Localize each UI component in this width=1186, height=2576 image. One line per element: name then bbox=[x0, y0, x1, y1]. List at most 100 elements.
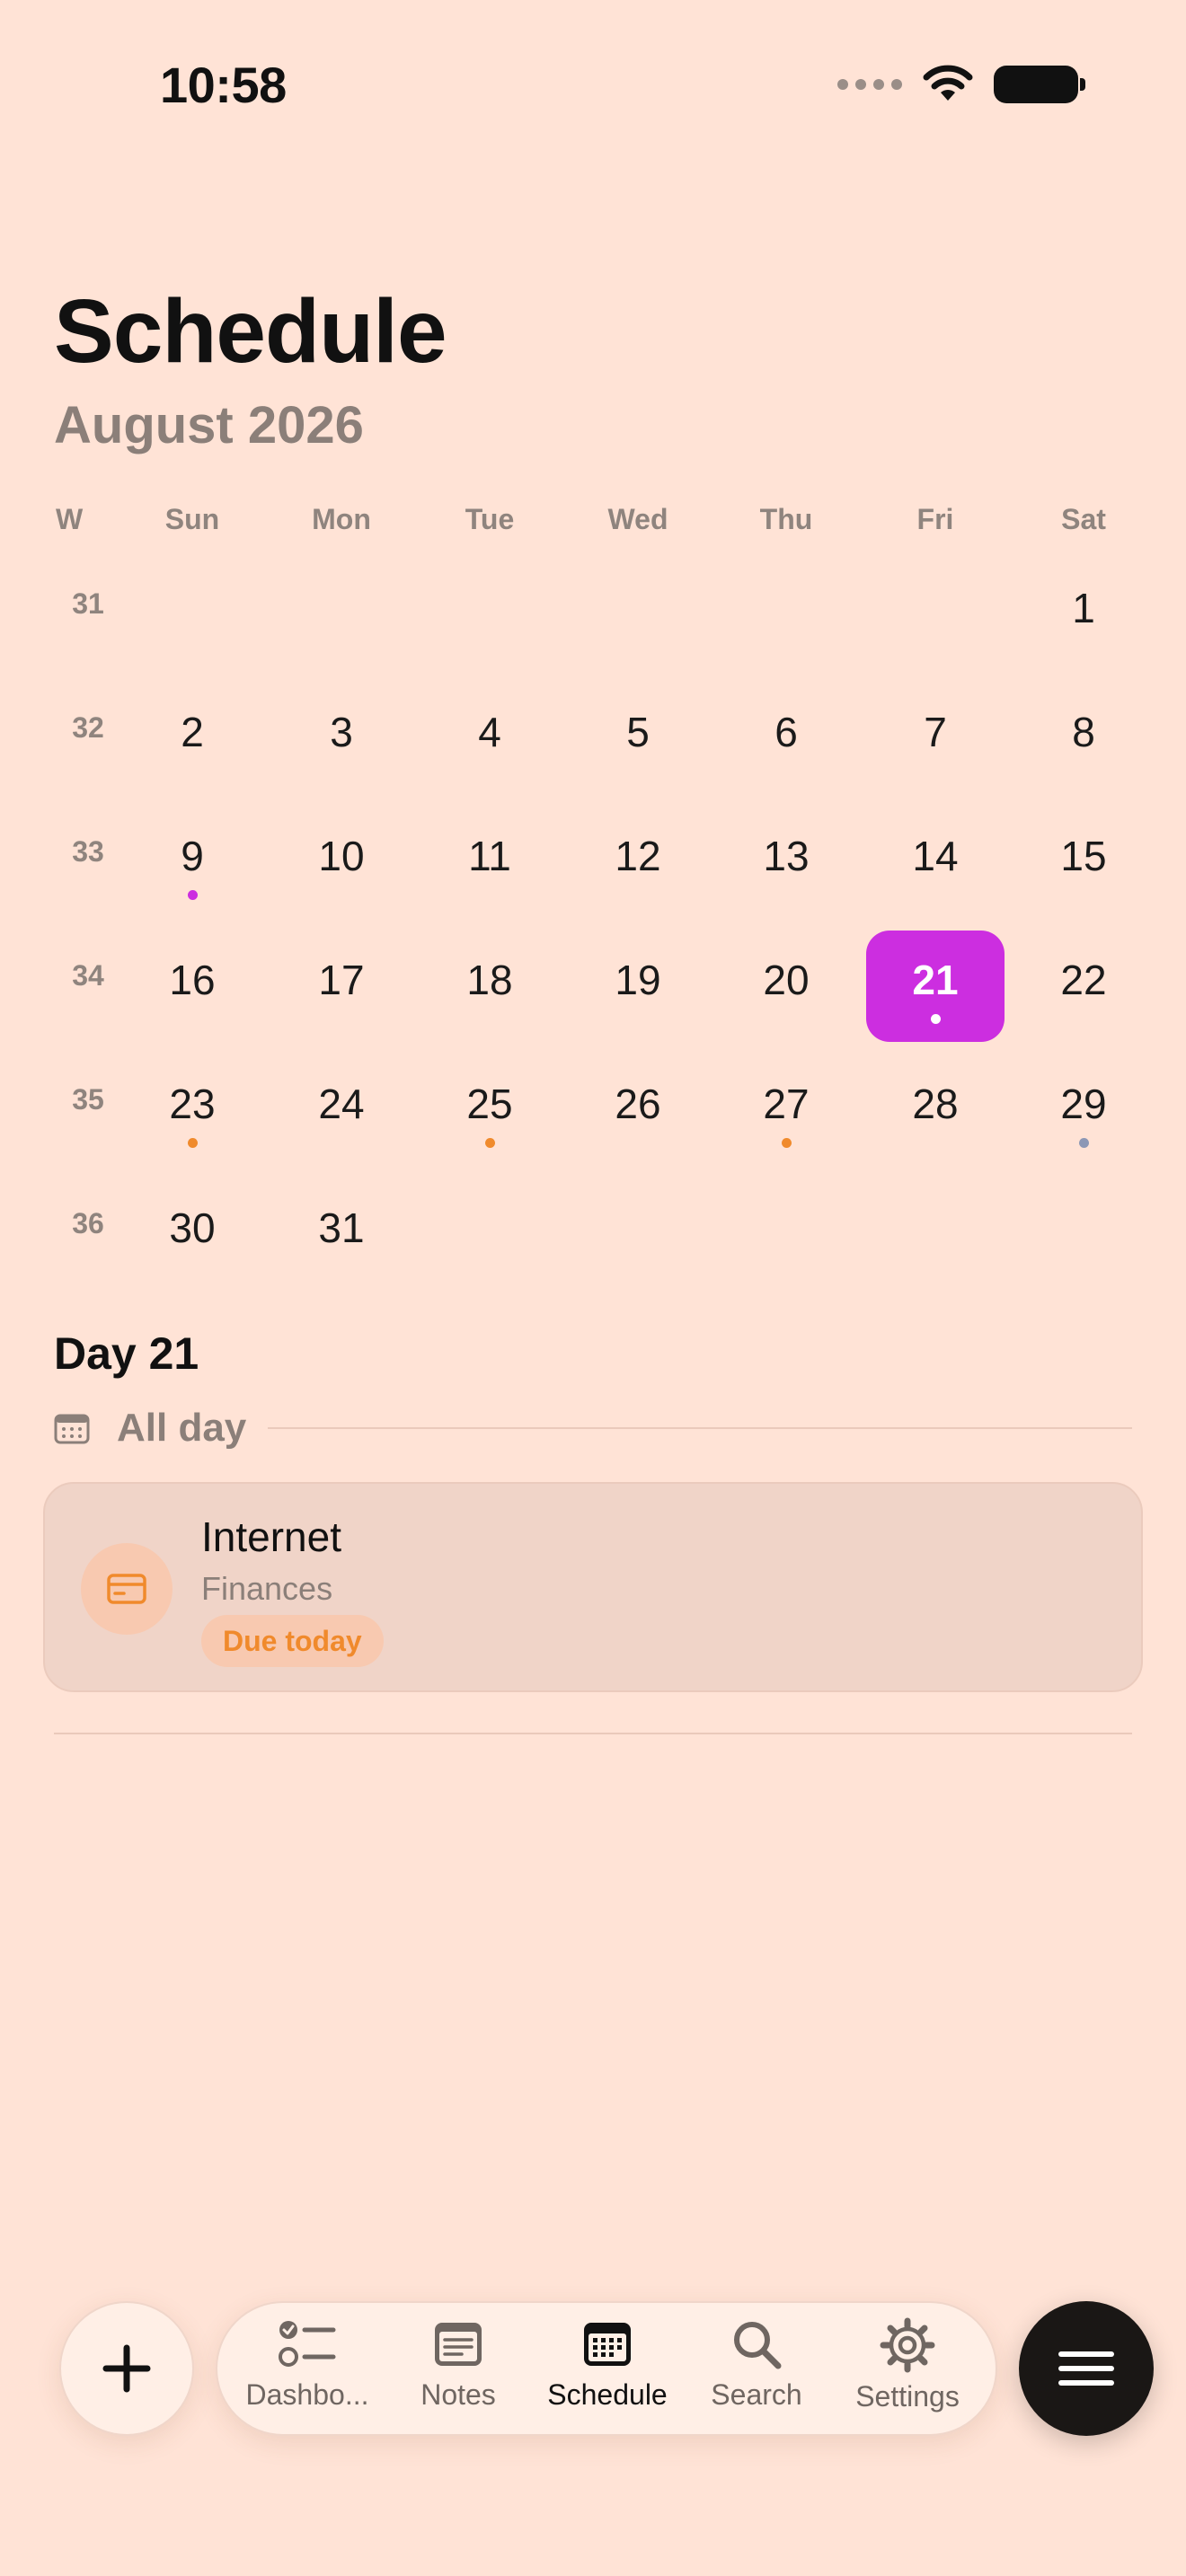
all-day-label: All day bbox=[117, 1406, 247, 1450]
calendar-day[interactable]: 17 bbox=[272, 931, 411, 1042]
day-number: 4 bbox=[478, 709, 501, 755]
event-dot bbox=[187, 1138, 198, 1148]
calendar-small-icon bbox=[54, 1414, 90, 1444]
tab-dashboard[interactable]: Dashbo... bbox=[232, 2317, 383, 2425]
day-number: 30 bbox=[169, 1204, 216, 1251]
calendar-day[interactable]: 9 bbox=[123, 807, 261, 918]
tab-settings[interactable]: Settings bbox=[832, 2317, 983, 2425]
event-dot bbox=[781, 1138, 792, 1148]
week-number: 32 bbox=[72, 711, 104, 744]
tab-schedule[interactable]: Schedule bbox=[532, 2317, 683, 2425]
tab-label: Notes bbox=[420, 2378, 496, 2411]
day-number: 28 bbox=[912, 1081, 959, 1127]
calendar-day[interactable]: 20 bbox=[717, 931, 855, 1042]
tab-search[interactable]: Search bbox=[681, 2317, 832, 2425]
section-divider bbox=[54, 1733, 1132, 1734]
day-number: 6 bbox=[774, 709, 798, 755]
day-number: 9 bbox=[181, 833, 204, 879]
plus-icon bbox=[102, 2344, 151, 2393]
day-number: 26 bbox=[615, 1081, 661, 1127]
day-number: 18 bbox=[466, 957, 513, 1003]
calendar-day[interactable]: 29 bbox=[1014, 1054, 1153, 1166]
tab-label: Search bbox=[711, 2378, 802, 2411]
week-number: 35 bbox=[72, 1083, 104, 1116]
day-number: 12 bbox=[615, 833, 661, 879]
calendar-day[interactable]: 11 bbox=[420, 807, 559, 918]
calendar-day[interactable]: 10 bbox=[272, 807, 411, 918]
tab-bar: Dashbo... Notes Schedule Search Settings bbox=[216, 2301, 997, 2436]
calendar-day[interactable]: 8 bbox=[1014, 683, 1153, 794]
event-dot bbox=[484, 1138, 495, 1148]
calendar-day[interactable]: 14 bbox=[866, 807, 1005, 918]
week-number: 31 bbox=[72, 587, 104, 620]
day-number: 17 bbox=[318, 957, 365, 1003]
all-day-divider bbox=[268, 1427, 1132, 1429]
day-number: 24 bbox=[318, 1081, 365, 1127]
day-number: 14 bbox=[912, 833, 959, 879]
day-number: 25 bbox=[466, 1081, 513, 1127]
tab-notes[interactable]: Notes bbox=[383, 2317, 534, 2425]
search-icon bbox=[734, 2322, 782, 2369]
event-category: Finances bbox=[201, 1570, 333, 1607]
calendar-day[interactable]: 22 bbox=[1014, 931, 1153, 1042]
day-number: 19 bbox=[615, 957, 661, 1003]
day-number: 22 bbox=[1060, 957, 1107, 1003]
calendar-day[interactable]: 4 bbox=[420, 683, 559, 794]
day-number: 10 bbox=[318, 833, 365, 879]
calendar-day[interactable]: 18 bbox=[420, 931, 559, 1042]
day-number: 3 bbox=[330, 709, 353, 755]
calendar-day[interactable]: 12 bbox=[569, 807, 707, 918]
day-number: 15 bbox=[1060, 833, 1107, 879]
calendar-day[interactable]: 24 bbox=[272, 1054, 411, 1166]
add-button[interactable] bbox=[59, 2301, 194, 2436]
calendar-day[interactable]: 30 bbox=[123, 1178, 261, 1290]
week-number: 34 bbox=[72, 959, 104, 992]
day-number: 7 bbox=[924, 709, 947, 755]
week-number: 36 bbox=[72, 1207, 104, 1239]
day-number: 11 bbox=[468, 833, 511, 879]
calendar-day[interactable]: 25 bbox=[420, 1054, 559, 1166]
calendar-day[interactable]: 19 bbox=[569, 931, 707, 1042]
calendar-day[interactable]: 31 bbox=[272, 1178, 411, 1290]
event-dot bbox=[187, 890, 198, 900]
hamburger-menu-icon bbox=[1058, 2351, 1114, 2386]
day-number: 16 bbox=[169, 957, 216, 1003]
day-number: 29 bbox=[1060, 1081, 1107, 1127]
day-number: 20 bbox=[763, 957, 810, 1003]
event-title: Internet bbox=[201, 1513, 341, 1560]
day-number: 2 bbox=[181, 709, 204, 755]
day-number: 31 bbox=[318, 1204, 365, 1251]
calendar-day[interactable]: 1 bbox=[1014, 559, 1153, 670]
tab-label: Dashbo... bbox=[245, 2378, 369, 2411]
month-calendar-grid: 31 1 32 2 3 4 5 6 7 8 33 9 10 11 12 13 14 15 34 16 17 18 19 20 2… bbox=[0, 0, 1186, 1257]
notes-icon bbox=[435, 2323, 482, 2366]
calendar-day[interactable]: 21 bbox=[866, 931, 1005, 1042]
calendar-day[interactable]: 26 bbox=[569, 1054, 707, 1166]
calendar-day[interactable]: 28 bbox=[866, 1054, 1005, 1166]
calendar-day[interactable]: 7 bbox=[866, 683, 1005, 794]
calendar-day[interactable]: 13 bbox=[717, 807, 855, 918]
gear-icon bbox=[880, 2317, 935, 2373]
day-number: 27 bbox=[763, 1081, 810, 1127]
calendar-day[interactable]: 23 bbox=[123, 1054, 261, 1166]
calendar-day[interactable]: 3 bbox=[272, 683, 411, 794]
day-number: 5 bbox=[626, 709, 650, 755]
selected-day-heading: Day 21 bbox=[54, 1328, 199, 1379]
calendar-day[interactable]: 27 bbox=[717, 1054, 855, 1166]
menu-button[interactable] bbox=[1019, 2301, 1154, 2436]
day-number: 13 bbox=[763, 833, 810, 879]
event-dot bbox=[930, 1014, 941, 1024]
calendar-day[interactable]: 5 bbox=[569, 683, 707, 794]
event-card-internet[interactable]: Internet Finances Due today bbox=[43, 1482, 1143, 1692]
credit-card-icon bbox=[81, 1543, 173, 1635]
calendar-day[interactable]: 16 bbox=[123, 931, 261, 1042]
calendar-icon bbox=[584, 2323, 631, 2366]
calendar-day[interactable]: 2 bbox=[123, 683, 261, 794]
day-number: 1 bbox=[1072, 585, 1095, 631]
schedule-screen: 10:58 Schedule August 2026 W Sun Mon Tue… bbox=[0, 0, 1186, 2576]
week-number: 33 bbox=[72, 835, 104, 868]
checklist-icon bbox=[279, 2321, 336, 2367]
tab-label: Settings bbox=[855, 2380, 960, 2413]
calendar-day[interactable]: 15 bbox=[1014, 807, 1153, 918]
calendar-day[interactable]: 6 bbox=[717, 683, 855, 794]
